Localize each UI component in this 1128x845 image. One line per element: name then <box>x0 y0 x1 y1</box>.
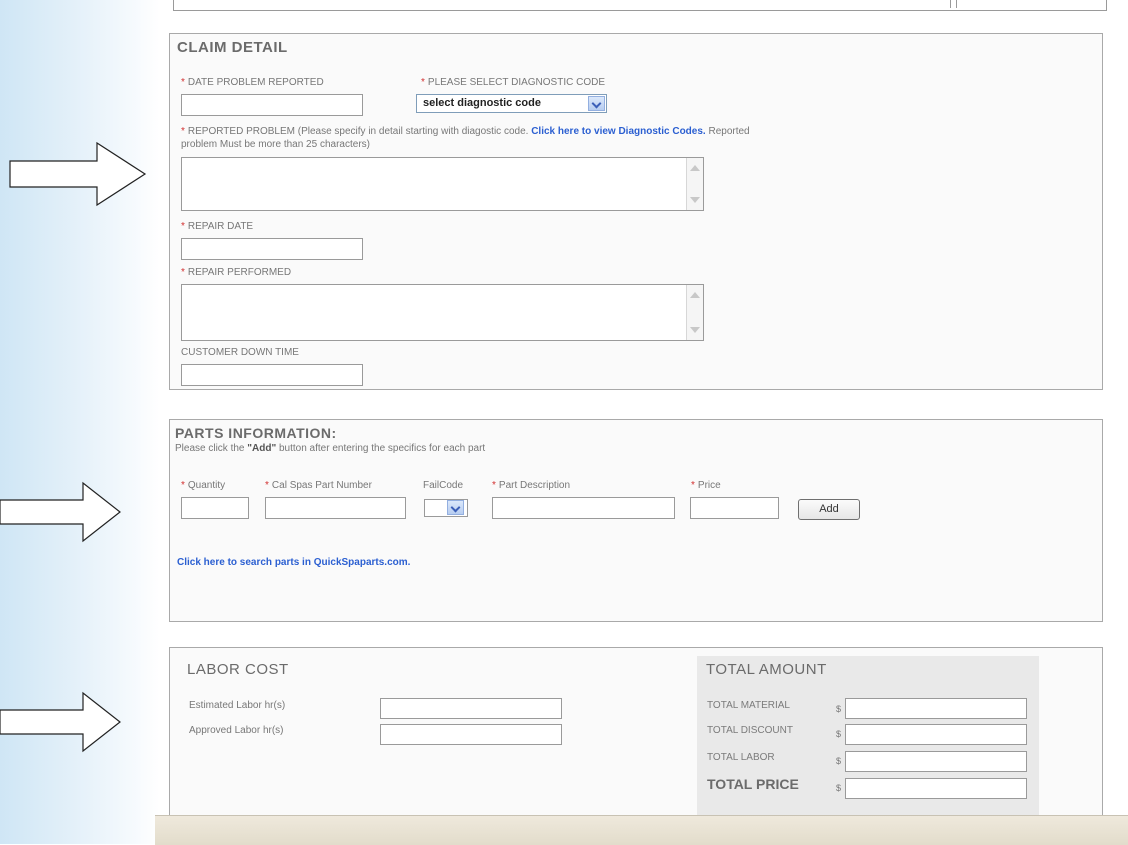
estimated-labor-input[interactable] <box>380 698 562 719</box>
required-marker: * <box>181 77 185 88</box>
scroll-up-icon[interactable] <box>690 165 700 171</box>
currency-symbol: $ <box>836 729 842 739</box>
part-description-input[interactable] <box>492 497 675 519</box>
required-marker: * <box>181 267 185 278</box>
total-discount-input[interactable] <box>845 724 1027 745</box>
part-number-label: * Cal Spas Part Number <box>265 480 372 491</box>
dropdown-button[interactable] <box>447 500 464 515</box>
dropdown-button[interactable] <box>588 96 605 111</box>
total-material-label: TOTAL MATERIAL <box>707 700 790 711</box>
chevron-down-icon <box>450 502 461 513</box>
scroll-down-icon[interactable] <box>690 197 700 203</box>
search-parts-link[interactable]: Click here to search parts in QuickSpapa… <box>177 557 410 568</box>
required-marker: * <box>181 221 185 232</box>
price-label: * Price <box>691 480 721 491</box>
required-marker: * <box>265 480 269 491</box>
date-problem-reported-input[interactable] <box>181 94 363 116</box>
customer-down-time-input[interactable] <box>181 364 363 386</box>
bottom-status-band <box>155 815 1128 845</box>
quantity-label: * Quantity <box>181 480 226 491</box>
required-marker: * <box>691 480 695 491</box>
required-marker: * <box>492 480 496 491</box>
reported-problem-textarea[interactable] <box>181 157 704 211</box>
quantity-input[interactable] <box>181 497 249 519</box>
currency-symbol: $ <box>836 756 842 766</box>
total-discount-label: TOTAL DISCOUNT <box>707 725 793 736</box>
total-material-input[interactable] <box>845 698 1027 719</box>
failcode-select[interactable] <box>424 499 468 517</box>
reported-problem-label: * REPORTED PROBLEM (Please specify in det… <box>181 126 750 150</box>
diagnostic-code-label: * PLEASE SELECT DIAGNOSTIC CODE <box>421 77 605 88</box>
right-arrow-icon <box>0 481 121 543</box>
view-diagnostic-codes-link[interactable]: Click here to view Diagnostic Codes. <box>531 126 706 137</box>
total-price-input[interactable] <box>845 778 1027 799</box>
approved-labor-input[interactable] <box>380 724 562 745</box>
frame-divider <box>950 0 957 8</box>
scroll-down-icon[interactable] <box>690 327 700 333</box>
approved-labor-label: Approved Labor hr(s) <box>189 725 284 736</box>
scroll-up-icon[interactable] <box>690 292 700 298</box>
date-problem-reported-label: * DATE PROBLEM REPORTED <box>181 77 324 88</box>
right-arrow-icon <box>0 691 121 753</box>
total-labor-input[interactable] <box>845 751 1027 772</box>
repair-date-label: * REPAIR DATE <box>181 221 254 232</box>
price-input[interactable] <box>690 497 779 519</box>
estimated-labor-label: Estimated Labor hr(s) <box>189 700 286 711</box>
diagnostic-code-value: select diagnostic code <box>423 97 541 109</box>
claim-detail-title: CLAIM DETAIL <box>177 39 288 56</box>
part-description-label: * Part Description <box>492 480 571 491</box>
part-number-input[interactable] <box>265 497 406 519</box>
scrollbar[interactable] <box>686 158 703 210</box>
required-marker: * <box>181 480 185 491</box>
parts-instruction: Please click the "Add" button after ente… <box>175 443 486 454</box>
currency-symbol: $ <box>836 704 842 714</box>
parts-information-title: PARTS INFORMATION: <box>175 425 337 441</box>
required-marker: * <box>421 77 425 88</box>
add-part-button[interactable]: Add <box>798 499 860 520</box>
currency-symbol: $ <box>836 783 842 793</box>
required-marker: * <box>181 126 185 137</box>
repair-performed-label: * REPAIR PERFORMED <box>181 267 292 278</box>
diagnostic-code-select[interactable]: select diagnostic code <box>416 94 607 113</box>
total-labor-label: TOTAL LABOR <box>707 752 775 763</box>
total-price-label: TOTAL PRICE <box>707 776 799 792</box>
labor-cost-title: LABOR COST <box>187 661 289 678</box>
right-arrow-icon <box>9 141 147 207</box>
scrollbar[interactable] <box>686 285 703 340</box>
customer-down-time-label: CUSTOMER DOWN TIME <box>181 347 299 358</box>
failcode-label: FailCode <box>423 480 464 491</box>
repair-date-input[interactable] <box>181 238 363 260</box>
previous-section-frame <box>173 0 1107 11</box>
total-amount-title: TOTAL AMOUNT <box>706 661 827 678</box>
repair-performed-textarea[interactable] <box>181 284 704 341</box>
chevron-down-icon <box>591 98 602 109</box>
